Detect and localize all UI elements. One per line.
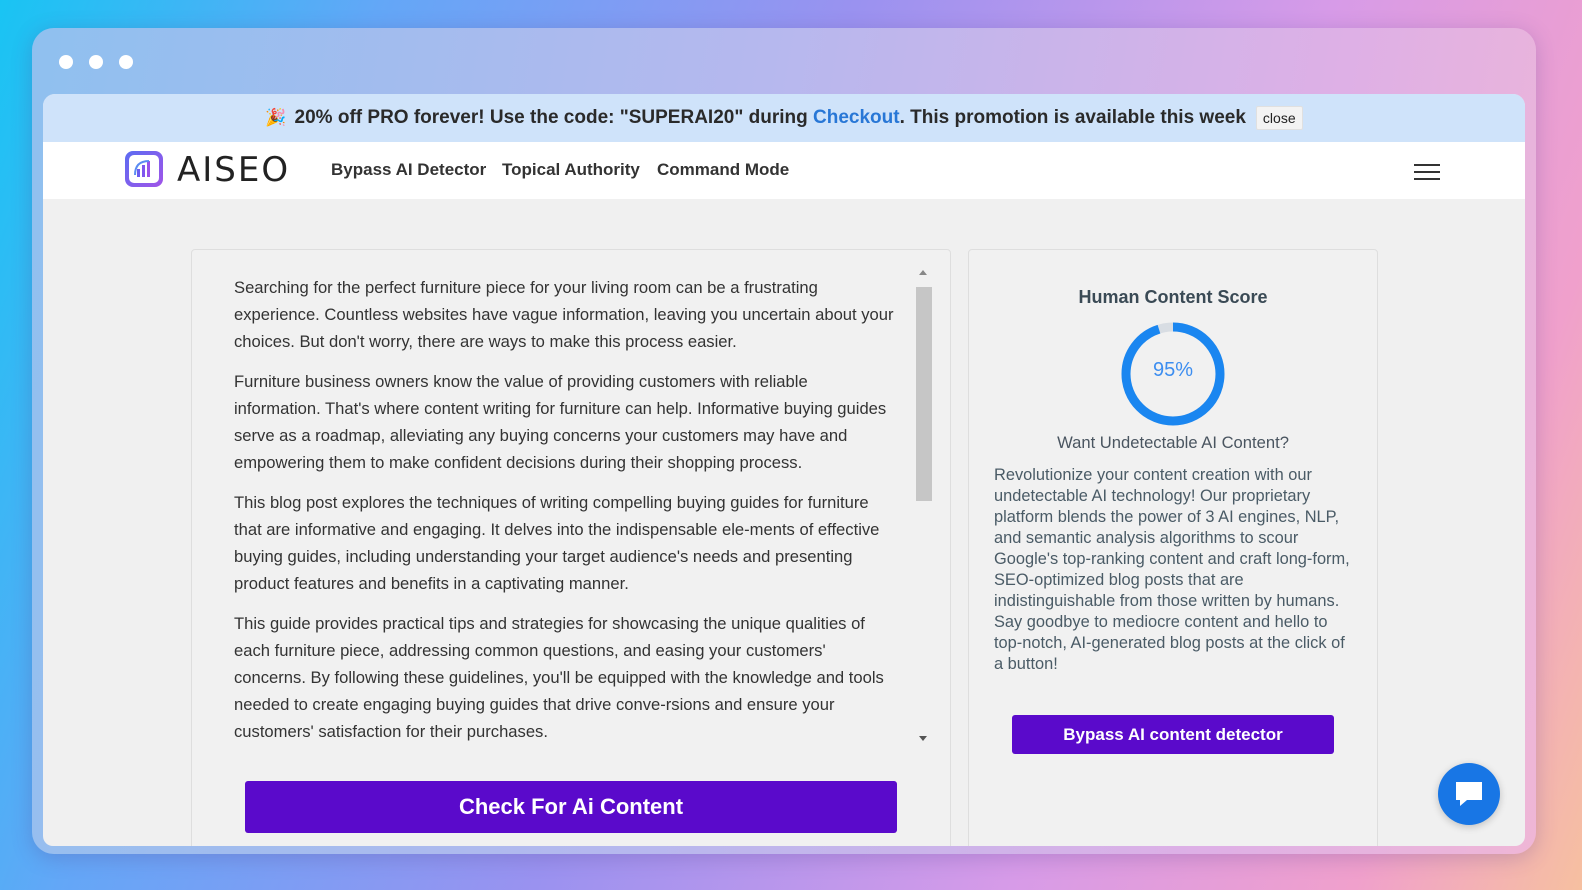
editor-paragraph: This blog post explores the techniques o… — [234, 493, 880, 593]
bypass-ai-content-detector-button[interactable]: Bypass AI content detector — [1012, 715, 1334, 754]
score-description: Revolutionize your content creation with… — [994, 466, 1350, 673]
score-card: Human Content Score 95% Want Undetectabl… — [968, 249, 1378, 846]
editor-paragraph: Searching for the perfect furniture piec… — [234, 278, 894, 351]
content-text-area[interactable]: Searching for the perfect furniture piec… — [234, 274, 894, 750]
page-content: 🎉 20% off PRO forever! Use the code: "SU… — [43, 94, 1525, 846]
navbar: AISEO Bypass AI Detector Topical Authori… — [43, 142, 1525, 199]
brand-name[interactable]: AISEO — [177, 150, 290, 190]
window-dot-minimize[interactable] — [89, 55, 103, 69]
nav-link-command-mode[interactable]: Command Mode — [657, 160, 789, 180]
scroll-down-arrow-icon[interactable] — [919, 736, 927, 741]
editor-card: Searching for the perfect furniture piec… — [191, 249, 951, 846]
chat-icon — [1456, 782, 1482, 806]
promo-text-after: . This promotion is available this week — [899, 107, 1246, 128]
chat-button[interactable] — [1438, 763, 1500, 825]
scroll-up-arrow-icon[interactable] — [919, 270, 927, 275]
editor-paragraph: This guide provides practical tips and s… — [234, 614, 884, 741]
promo-banner: 🎉 20% off PRO forever! Use the code: "SU… — [43, 94, 1525, 142]
promo-close-button[interactable]: close — [1255, 106, 1303, 130]
nav-link-bypass-ai-detector[interactable]: Bypass AI Detector — [331, 160, 486, 180]
check-for-ai-content-button[interactable]: Check For Ai Content — [245, 781, 897, 833]
promo-text-before: 20% off PRO forever! Use the code: "SUPE… — [294, 107, 814, 128]
window-dot-close[interactable] — [59, 55, 73, 69]
hamburger-menu-icon[interactable] — [1414, 164, 1440, 180]
editor-paragraph: Furniture business owners know the value… — [234, 372, 887, 472]
party-popper-icon: 🎉 — [265, 108, 287, 127]
checkout-link[interactable]: Checkout — [813, 107, 900, 129]
score-subtitle: Want Undetectable AI Content? — [1057, 433, 1289, 452]
logo-icon[interactable] — [125, 151, 163, 187]
browser-window: 🎉 20% off PRO forever! Use the code: "SU… — [32, 28, 1536, 854]
score-value: 95% — [1152, 359, 1194, 381]
scrollbar-thumb[interactable] — [916, 287, 932, 501]
nav-link-topical-authority[interactable]: Topical Authority — [502, 160, 640, 180]
score-title: Human Content Score — [1078, 287, 1268, 307]
window-dot-maximize[interactable] — [119, 55, 133, 69]
